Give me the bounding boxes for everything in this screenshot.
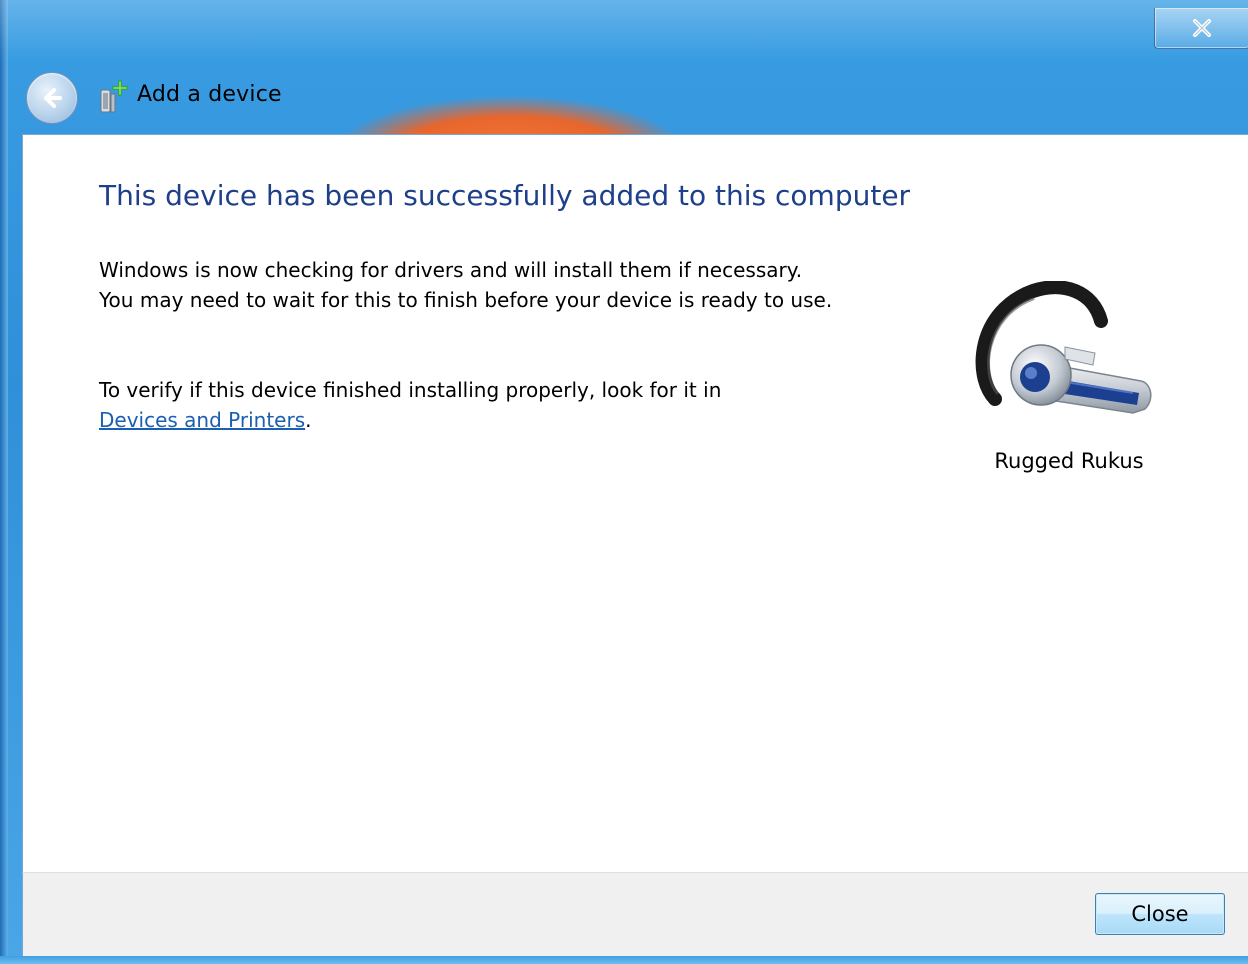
add-device-window: Add a device This device has been succes…	[0, 0, 1248, 964]
back-button[interactable]	[26, 72, 78, 124]
close-button[interactable]: Close	[1095, 893, 1225, 935]
window-frame-left	[0, 0, 8, 964]
window-frame-bottom	[0, 956, 1248, 964]
page-heading: This device has been successfully added …	[99, 179, 911, 212]
window-close-button[interactable]	[1154, 8, 1248, 49]
back-arrow-icon	[44, 88, 62, 108]
verify-info-prefix: To verify if this device finished instal…	[99, 378, 722, 402]
devices-and-printers-link[interactable]: Devices and Printers	[99, 408, 305, 432]
verify-info-text: To verify if this device finished instal…	[99, 375, 839, 435]
add-device-icon	[100, 80, 128, 113]
footer-bar: Close	[22, 872, 1248, 957]
content-panel: This device has been successfully added …	[22, 134, 1248, 873]
window-title: Add a device	[137, 82, 282, 107]
bluetooth-headset-icon	[975, 281, 1152, 414]
close-x-icon	[1193, 19, 1211, 37]
aero-title-sheen	[0, 0, 1248, 60]
verify-info-suffix: .	[305, 408, 312, 432]
device-name-label: Rugged Rukus	[994, 449, 1144, 473]
driver-info-text: Windows is now checking for drivers and …	[99, 258, 833, 312]
